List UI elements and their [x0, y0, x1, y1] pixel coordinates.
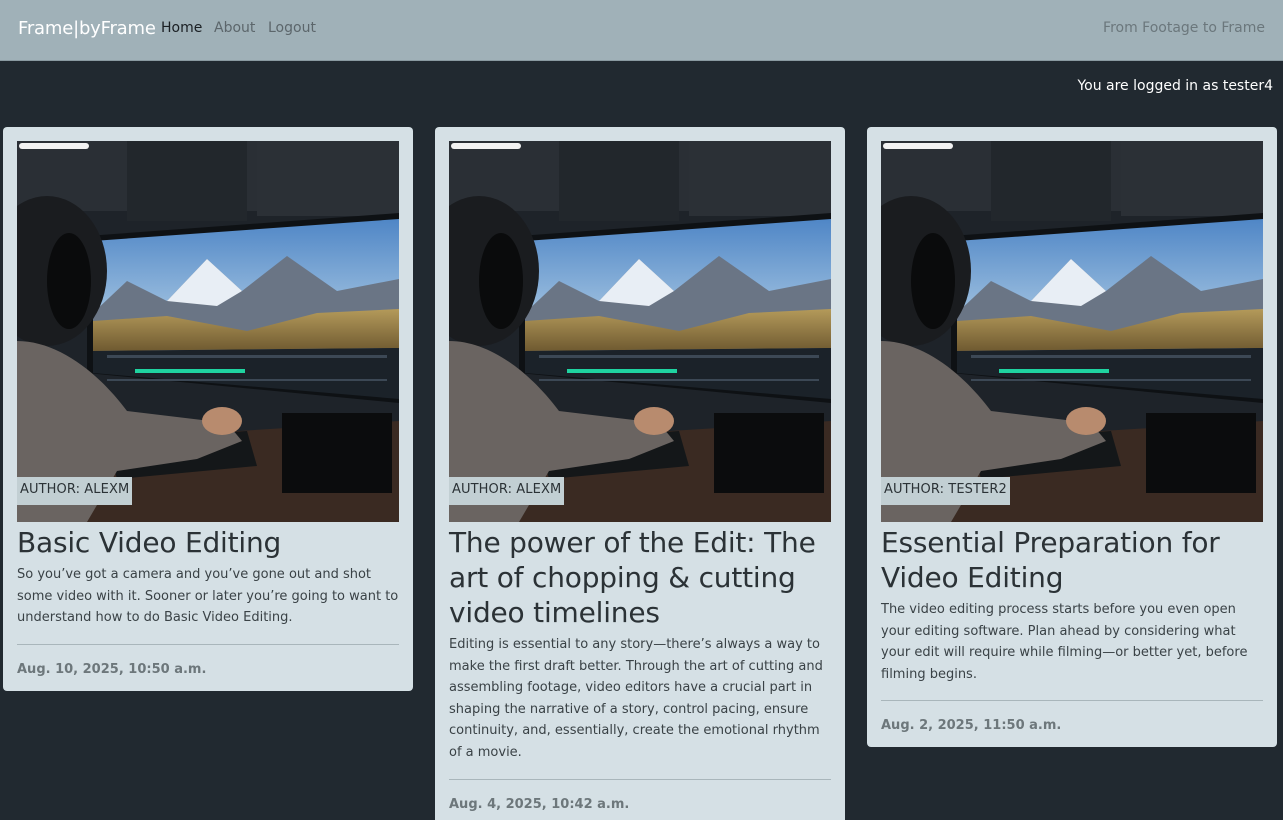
post-title[interactable]: The power of the Edit: The art of choppi…	[449, 525, 831, 630]
post-excerpt: Editing is essential to any story—there’…	[449, 637, 823, 760]
post-date: Aug. 2, 2025, 11:50 a.m.	[881, 718, 1062, 734]
author-badge: AUTHOR: ALEXM	[449, 477, 565, 505]
post-date: Aug. 10, 2025, 10:50 a.m.	[17, 661, 207, 677]
author-badge: AUTHOR: ALEXM	[17, 477, 133, 505]
nav-link-logout[interactable]: Logout	[268, 20, 316, 36]
author-badge: AUTHOR: TESTER2	[881, 477, 1010, 505]
post-date: Aug. 4, 2025, 10:42 a.m.	[449, 796, 630, 812]
nav-link-home[interactable]: Home	[161, 20, 202, 36]
site-tagline: From Footage to Frame	[1103, 20, 1265, 36]
post-card[interactable]: AUTHOR: ALEXM Basic Video Editing So you…	[3, 127, 413, 691]
nav-link-about[interactable]: About	[214, 20, 255, 36]
brand-logo-link[interactable]: Frame|byFrame	[18, 18, 156, 39]
post-title[interactable]: Essential Preparation for Video Editing	[881, 525, 1263, 595]
post-thumbnail[interactable]: AUTHOR: ALEXM	[17, 141, 399, 522]
post-excerpt: So you’ve got a camera and you’ve gone o…	[17, 567, 399, 626]
post-card[interactable]: AUTHOR: TESTER2 Essential Preparation fo…	[867, 127, 1277, 747]
post-card[interactable]: AUTHOR: ALEXM The power of the Edit: The…	[435, 127, 845, 820]
post-thumbnail[interactable]: AUTHOR: ALEXM	[449, 141, 831, 522]
login-status: You are logged in as tester4	[1077, 78, 1273, 94]
post-thumbnail[interactable]: AUTHOR: TESTER2	[881, 141, 1263, 522]
post-title[interactable]: Basic Video Editing	[17, 525, 399, 560]
post-excerpt: The video editing process starts before …	[881, 602, 1248, 682]
navbar: Frame|byFrame Home About Logout From Foo…	[0, 0, 1283, 61]
